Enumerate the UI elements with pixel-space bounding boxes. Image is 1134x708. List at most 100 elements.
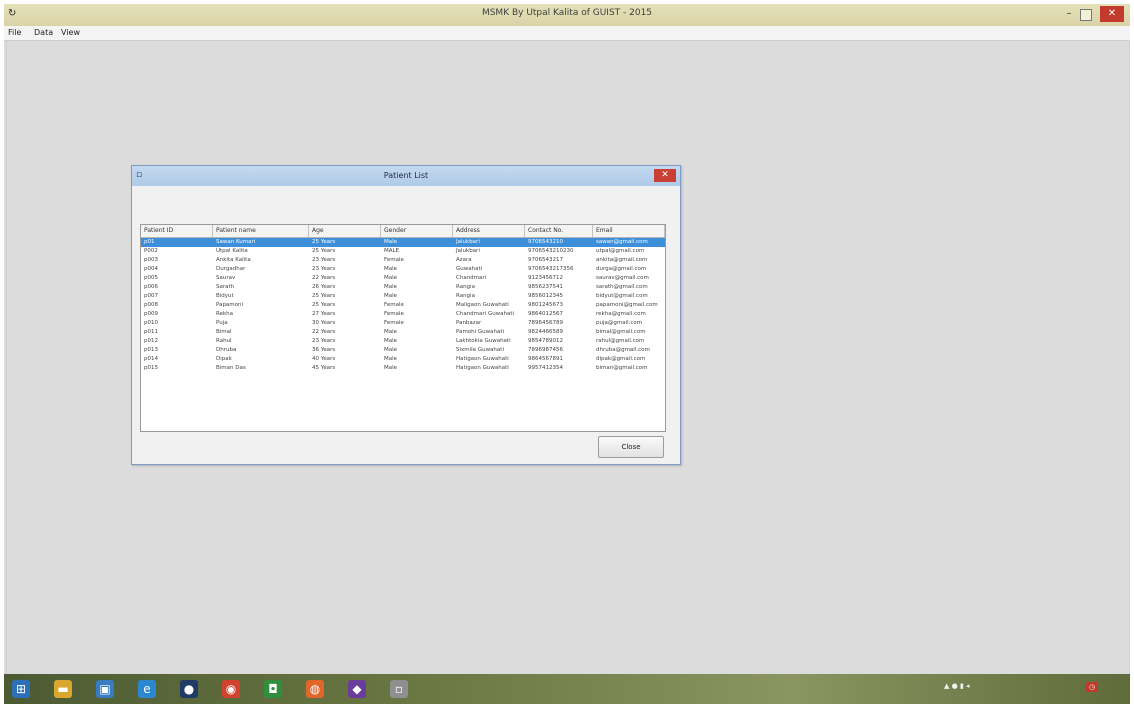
cell-gender: Male [384,266,398,272]
cell-gender: Male [384,284,398,290]
cell-contact-no: 9123456712 [528,275,563,281]
column-header-contact-no[interactable]: Contact No. [525,225,593,237]
internet-explorer-icon[interactable]: e [138,680,156,698]
dialog-title: Patient List [383,171,429,180]
cell-age: 26 Years [312,284,336,290]
column-header-email[interactable]: Email [593,225,665,237]
cell-contact-no: 9856237541 [528,284,563,290]
column-header-patient-name[interactable]: Patient name [213,225,309,237]
table-row[interactable]: p004 Durgadhar 23 Years Male Guwahati 9706543… [141,265,665,274]
table-row[interactable]: p008 Papamoni 25 Years Female Maligaon Guwah… [141,301,665,310]
dialog-close-button[interactable]: ✕ [654,169,676,182]
tray-icons[interactable]: ▲ ● ▮ ◂ [944,682,970,690]
cell-address: Azara [456,257,472,263]
table-row[interactable]: p009 Rekha 27 Years Female Chandmari Guwahat… [141,310,665,319]
cell-contact-no: 7896987456 [528,347,563,353]
table-row[interactable]: p011 Bimal 22 Years Male Pamohi Guwahati 9824… [141,328,665,337]
cell-patient-name: Bimal [216,329,232,335]
cell-email: rekha@gmail.com [596,311,646,317]
column-header-address[interactable]: Address [453,225,525,237]
cell-patient-name: Rahul [216,338,232,344]
close-button[interactable]: ✕ [1100,6,1124,22]
table-row[interactable]: p012 Rahul 23 Years Male Lakhtokia Guwahati 9… [141,337,665,346]
menu-view[interactable]: View [61,28,80,37]
cell-gender: Male [384,239,398,245]
cell-email: rahul@gmail.com [596,338,645,344]
cell-email: papamoni@gmail.com [596,302,658,308]
cell-gender: MALE [384,248,400,254]
chrome-icon[interactable]: ◉ [222,680,240,698]
table-row[interactable]: p010 Puja 30 Years Female Panbazar 7896456789… [141,319,665,328]
column-header-patient-id[interactable]: Patient ID [141,225,213,237]
table-row[interactable]: p003 Ankita Kalita 23 Years Female Azara 9706… [141,256,665,265]
mdi-workspace: ▫ Patient List ✕ Patient ID Patient name A… [6,41,1130,674]
table-row[interactable]: p01 Sawan Kumari 25 Years Male Jalukbari 9706… [141,238,665,247]
menu-file[interactable]: File [8,28,21,37]
taskbar: ▲ ● ▮ ◂ ◷ ⊞ ▬ ▣ e ● ◉ ◘ ◍ ◆ ▫ [4,674,1130,704]
cell-email: ankita@gmail.com [596,257,648,263]
patient-grid[interactable]: Patient ID Patient name Age Gender Address Co… [140,224,666,432]
cell-email: sawan@gmail.com [596,239,648,245]
cell-age: 25 Years [312,293,336,299]
cell-age: 36 Years [312,347,336,353]
cell-gender: Male [384,293,398,299]
cell-address: Chandmari Guwahati [456,311,515,317]
computer-icon[interactable]: ▣ [96,680,114,698]
cell-address: Chandmari [456,275,487,281]
cell-email: dhruba@gmail.com [596,347,650,353]
cell-patient-name: Puja [216,320,228,326]
main-title-bar: ↻ MSMK By Utpal Kalita of GUIST - 2015 –… [4,4,1130,26]
cell-address: Rangia [456,293,475,299]
table-row[interactable]: p007 Bidyut 25 Years Male Rangia 9856012345 bi… [141,292,665,301]
visual-studio-icon[interactable]: ◆ [348,680,366,698]
table-row[interactable]: p014 Dipak 40 Years Male Hatigaon Guwahati 98… [141,355,665,364]
cell-email: saurav@gmail.com [596,275,649,281]
firefox-icon[interactable]: ◍ [306,680,324,698]
cell-address: Guwahati [456,266,483,272]
maximize-button[interactable] [1080,9,1092,21]
cell-age: 25 Years [312,239,336,245]
file-explorer-icon[interactable]: ▬ [54,680,72,698]
menu-data[interactable]: Data [34,28,53,37]
cell-contact-no: 9824466589 [528,329,563,335]
cell-patient-name: Dhruba [216,347,237,353]
cell-contact-no: 9864012567 [528,311,563,317]
media-player-icon[interactable]: ● [180,680,198,698]
cell-gender: Male [384,329,398,335]
column-header-gender[interactable]: Gender [381,225,453,237]
cell-age: 25 Years [312,302,336,308]
cell-patient-id: p009 [144,311,158,317]
clock-icon[interactable]: ◷ [1086,682,1099,692]
minimize-button[interactable]: – [1062,6,1076,22]
cell-address: Jalukbari [456,248,480,254]
table-row[interactable]: p015 Biman Das 45 Years Male Hatigaon Guwaha… [141,364,665,373]
column-header-age[interactable]: Age [309,225,381,237]
table-row[interactable]: p005 Saurav 22 Years Male Chandmari 912345671… [141,274,665,283]
cell-age: 22 Years [312,329,336,335]
cell-patient-name: Biman Das [216,365,246,371]
cell-age: 23 Years [312,338,336,344]
cell-contact-no: 7896456789 [528,320,563,326]
running-app-icon[interactable]: ▫ [390,680,408,698]
close-dialog-button[interactable]: Close [598,436,664,458]
cell-age: 30 Years [312,320,336,326]
cell-age: 25 Years [312,248,336,254]
cell-age: 22 Years [312,275,336,281]
cell-email: bidyut@gmail.com [596,293,648,299]
cell-email: durga@gmail.com [596,266,647,272]
cell-address: Pamohi Guwahati [456,329,505,335]
patient-list-dialog: ▫ Patient List ✕ Patient ID Patient name A… [131,165,681,465]
cell-gender: Female [384,257,404,263]
desktop: ↻ MSMK By Utpal Kalita of GUIST - 2015 –… [4,4,1130,704]
cell-address: Hatigaon Guwahati [456,365,509,371]
cell-contact-no: 9706543210 [528,239,563,245]
cell-patient-name: Rekha [216,311,233,317]
table-row[interactable]: p013 Dhruba 36 Years Male Sixmile Guwahati 78… [141,346,665,355]
cell-patient-id: p013 [144,347,158,353]
app-icon[interactable]: ◘ [264,680,282,698]
table-row[interactable]: p006 Sarath 26 Years Male Rangia 9856237541 sa… [141,283,665,292]
cell-contact-no: 9957412354 [528,365,563,371]
cell-gender: Female [384,311,404,317]
start-icon[interactable]: ⊞ [12,680,30,698]
table-row[interactable]: P002 Utpal Kalita 25 Years MALE Jalukbari 970… [141,247,665,256]
